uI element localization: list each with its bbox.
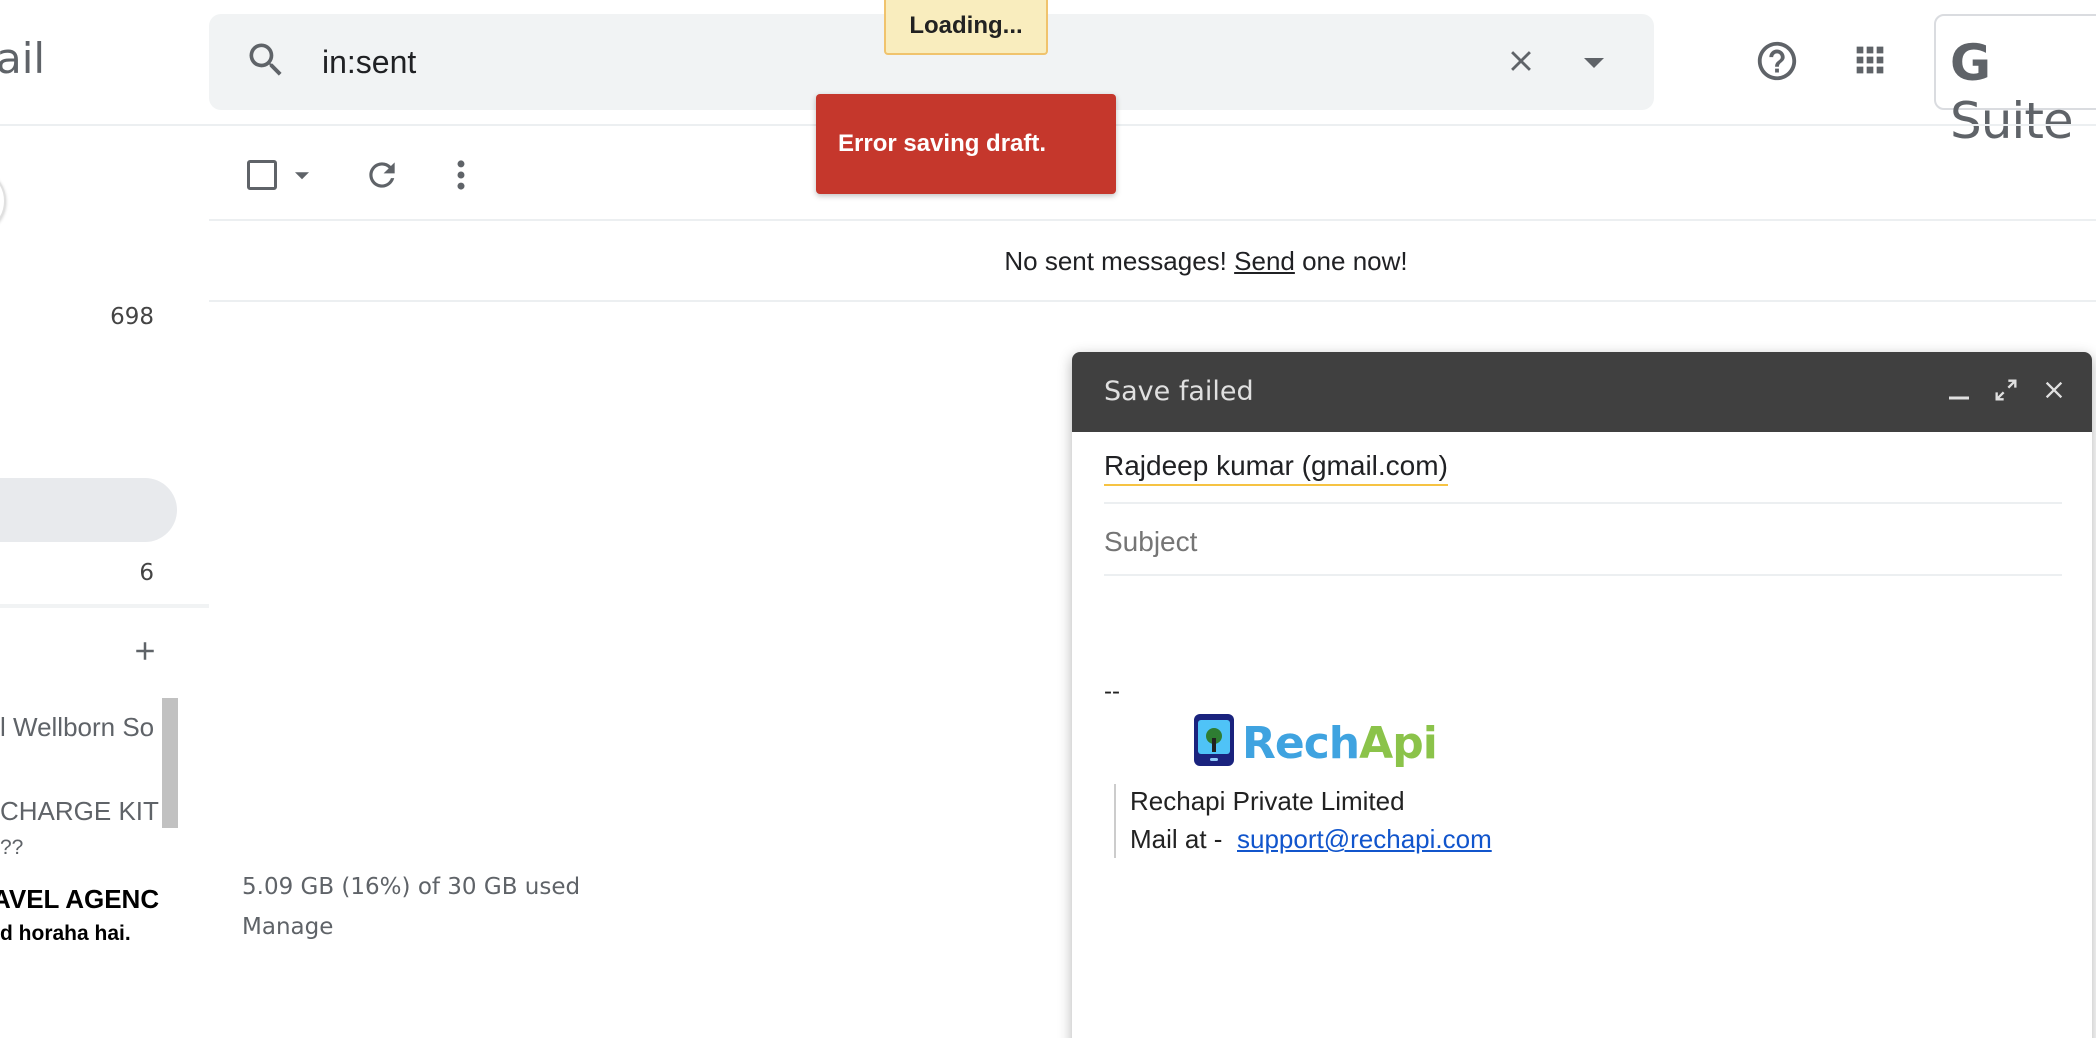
select-all-checkbox[interactable] [247, 160, 277, 190]
empty-sent-message: No sent messages! Send one now! [209, 246, 2096, 277]
signature-mail-label: Mail at - [1130, 824, 1223, 854]
gsuite-brand-label: Suite [1950, 92, 2074, 150]
search-options-icon[interactable] [1580, 52, 1608, 72]
minimize-icon[interactable] [1944, 374, 1974, 404]
more-icon[interactable] [451, 156, 471, 194]
storage-usage: 5.09 GB (16%) of 30 GB used [242, 874, 581, 900]
clear-icon[interactable] [1504, 44, 1538, 78]
subject-divider [1104, 574, 2062, 576]
apps-icon[interactable] [1850, 40, 1890, 80]
signature-rule [1114, 784, 1116, 858]
sidebar-item-count: 6 [139, 560, 154, 586]
sidebar-divider [0, 604, 209, 608]
recipient-chip[interactable]: Rajdeep kumar (gmail.com) [1104, 450, 1448, 486]
compose-window: Save failed Rajdeep kumar (gmail.com) --… [1072, 352, 2092, 1038]
send-link[interactable]: Send [1234, 246, 1295, 276]
chat-item[interactable]: CHARGE KIT [0, 796, 159, 827]
fullscreen-icon[interactable] [1992, 376, 2020, 404]
signature-separator: -- [1104, 678, 1120, 705]
signature-email-link[interactable]: support@rechapi.com [1237, 824, 1492, 855]
logo-part-2: Api [1359, 718, 1438, 769]
chat-list[interactable]: l Wellborn So CHARGE KIT [0, 698, 178, 828]
search-icon[interactable] [244, 38, 288, 82]
error-toast: Error saving draft. [816, 94, 1116, 194]
rechapi-logo-icon [1192, 712, 1236, 768]
logo-part-1: Rech [1242, 718, 1360, 769]
compose-title: Save failed [1104, 376, 1254, 407]
rechapi-logo-text: RechApi [1242, 718, 1438, 769]
list-divider [209, 300, 2096, 302]
chat-item-title[interactable]: AVEL AGENC [0, 884, 159, 915]
chat-item[interactable]: l Wellborn So [0, 712, 154, 743]
gmail-logo-text[interactable]: ail [0, 34, 45, 83]
subject-input[interactable] [1104, 520, 2004, 564]
empty-suffix: one now! [1294, 246, 1408, 276]
refresh-icon[interactable] [363, 156, 401, 194]
help-icon[interactable] [1754, 38, 1800, 84]
chat-item-snippet: ?? [0, 836, 24, 859]
to-divider [1104, 502, 2062, 504]
empty-prefix: No sent messages! [1004, 246, 1235, 276]
compose-button[interactable] [0, 168, 6, 234]
close-compose-icon[interactable] [2040, 376, 2068, 404]
chat-item-snippet: d horaha hai. [0, 922, 131, 945]
signature-company: Rechapi Private Limited [1130, 786, 1405, 816]
chat-scrollbar[interactable] [162, 698, 178, 828]
gsuite-text: G Suite [1950, 34, 2074, 150]
inbox-count: 698 [110, 304, 154, 330]
search-input[interactable] [322, 40, 1422, 84]
sidebar-item-sent[interactable] [0, 478, 177, 542]
add-label-icon[interactable] [130, 636, 160, 666]
loading-toast: Loading... [884, 0, 1048, 55]
manage-storage-link[interactable]: Manage [242, 914, 333, 940]
select-caret-icon[interactable] [292, 168, 312, 182]
toolbar-divider [209, 219, 2096, 221]
